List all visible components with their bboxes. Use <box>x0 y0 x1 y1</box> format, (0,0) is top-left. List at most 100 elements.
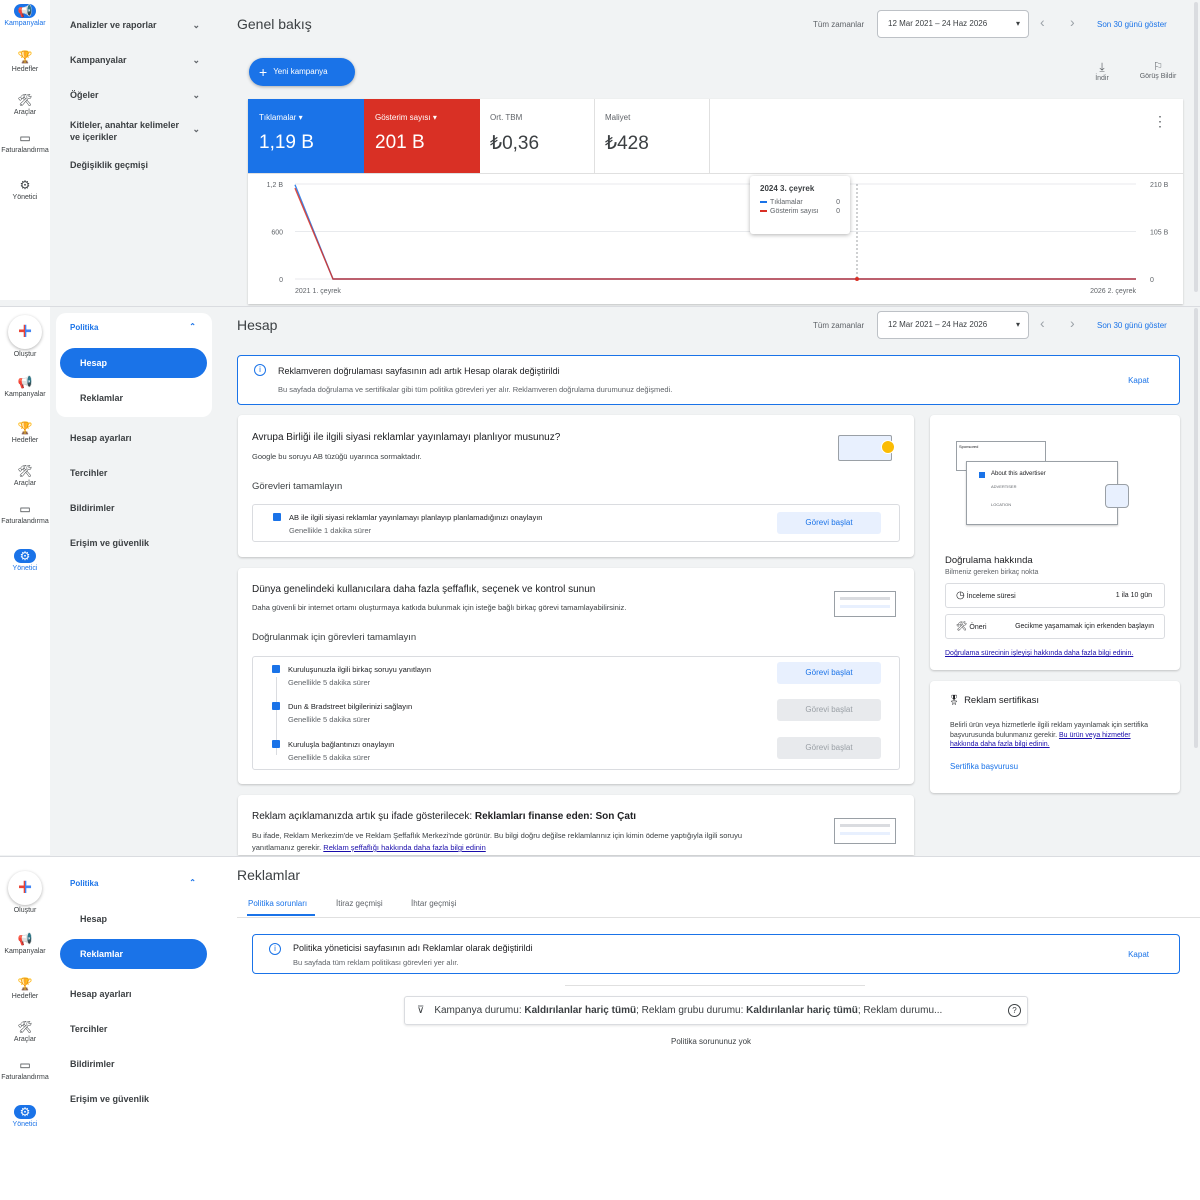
rail-campaigns[interactable]: 📢 Kampanyalar <box>0 4 50 28</box>
create-button[interactable]: + <box>8 315 42 349</box>
info-square-icon <box>979 472 985 478</box>
start-task-button[interactable]: Görevi başlat <box>777 512 881 534</box>
metric-value: ₺428 <box>605 133 649 154</box>
nav-account[interactable]: Hesap <box>80 914 107 924</box>
nav-label: Politika <box>70 323 99 332</box>
rail-label: Faturalandırma <box>1 1074 49 1081</box>
date-range-picker[interactable]: 12 Mar 2021 – 24 Haz 2026 ▾ <box>877 311 1029 339</box>
nav-access-security[interactable]: Erişim ve güvenlik <box>70 1094 149 1104</box>
illustration-icon <box>838 435 895 461</box>
advertiser-illustration: About this advertiser ADVERTISER LOCATIO… <box>966 461 1129 525</box>
download-button[interactable]: ⤓ İndir <box>1090 60 1114 82</box>
rail-goals[interactable]: 🏆 Hedefler <box>0 977 50 1001</box>
rail-tools[interactable]: 🛠 Araçlar <box>0 464 50 488</box>
nav-ads-active[interactable]: Reklamlar <box>60 939 207 969</box>
nav-change-history[interactable]: Değişiklik geçmişi <box>70 160 148 170</box>
last-30-days-link[interactable]: Son 30 günü göster <box>1097 321 1167 330</box>
dismiss-button[interactable]: Kapat <box>1128 950 1149 959</box>
trophy-icon: 🏆 <box>17 50 33 64</box>
nav-rail: + Oluştur 📢 Kampanyalar 🏆 Hedefler 🛠 Araçla… <box>0 307 50 855</box>
start-task-button[interactable]: Görevi başlat <box>777 662 881 684</box>
x-tick-label: 2026 2. çeyrek <box>1090 288 1136 295</box>
rail-campaigns[interactable]: 📢 Kampanyalar <box>0 375 50 399</box>
tooltip-value: 0 <box>836 199 840 206</box>
filter-bar[interactable]: ⊽ Kampanya durumu: Kaldırılanlar hariç tü… <box>404 996 1028 1025</box>
apply-certificate-link[interactable]: Sertifika başvurusu <box>950 762 1018 771</box>
nav-assets[interactable]: Öğeler ⌄ <box>70 90 200 100</box>
rail-label: Hedefler <box>11 993 39 1000</box>
dismiss-button[interactable]: Kapat <box>1128 376 1149 385</box>
nav-notifications[interactable]: Bildirimler <box>70 1059 115 1069</box>
nav-account-settings[interactable]: Hesap ayarları <box>70 433 132 443</box>
tabs-divider <box>237 917 1200 918</box>
rail-goals[interactable]: 🏆 Hedefler <box>0 50 50 74</box>
rail-admin[interactable]: ⚙ Yönetici <box>0 549 50 573</box>
metric-tile-clicks[interactable]: Tıklamalar ▾ 1,19 B <box>248 99 364 173</box>
learn-more-link[interactable]: Reklam şeffaflığı hakkında daha fazla bi… <box>323 843 485 852</box>
nav-account-settings[interactable]: Hesap ayarları <box>70 989 132 999</box>
chevron-down-icon: ⌄ <box>192 20 200 30</box>
tasks-heading: Görevleri tamamlayın <box>252 481 343 492</box>
tab-strike-history[interactable]: İhtar geçmişi <box>411 899 456 908</box>
title-text: Reklam açıklamanızda artık şu ifade göst… <box>252 811 475 822</box>
policy-group-header[interactable]: Politika ⌃ <box>70 878 196 888</box>
nav-notifications[interactable]: Bildirimler <box>70 503 115 513</box>
about-advertiser-text: About this advertiser <box>991 471 1046 477</box>
rail-campaigns[interactable]: 📢 Kampanyalar <box>0 932 50 956</box>
card-title: 🎖 Reklam sertifikası <box>948 695 1039 706</box>
tab-appeal-history[interactable]: İtiraz geçmişi <box>336 899 383 908</box>
new-campaign-button[interactable]: + Yeni kampanya <box>249 58 355 86</box>
more-options-icon[interactable]: ⋮ <box>1153 113 1167 130</box>
nav-account-active[interactable]: Hesap <box>60 348 207 378</box>
filter-key: Reklam grubu durumu: <box>641 1005 747 1016</box>
rail-billing[interactable]: ▭ Faturalandırma <box>0 1058 50 1082</box>
help-icon[interactable]: ? <box>1008 1004 1021 1017</box>
banner-title: Politika yöneticisi sayfasının adı Rekla… <box>293 943 533 953</box>
card-title: Doğrulama hakkında <box>945 555 1033 566</box>
next-period-icon[interactable]: › <box>1070 315 1075 331</box>
nav-access-security[interactable]: Erişim ve güvenlik <box>70 538 149 548</box>
nav-ads[interactable]: Reklamlar <box>80 393 123 403</box>
rail-admin[interactable]: ⚙ Yönetici <box>0 1105 50 1129</box>
y-tick-label-right: 105 B <box>1150 230 1169 237</box>
prev-period-icon[interactable]: ‹ <box>1040 315 1045 331</box>
metric-tile-avg-cpc[interactable]: Ort. TBM ₺0,36 <box>480 99 595 173</box>
task-name: Kuruluşla bağlantınızı onaylayın <box>288 740 395 749</box>
nav-campaigns[interactable]: Kampanyalar ⌄ <box>70 55 200 65</box>
next-period-icon[interactable]: › <box>1070 14 1075 30</box>
download-icon: ⤓ <box>1099 60 1105 74</box>
feedback-button[interactable]: ⚐ Görüş Bildir <box>1134 60 1182 80</box>
trophy-icon: 🏆 <box>17 977 33 991</box>
rail-billing[interactable]: ▭ Faturalandırma <box>0 502 50 526</box>
policy-group-header[interactable]: Politika ⌃ <box>70 322 196 332</box>
tools-icon: 🛠 <box>17 464 33 478</box>
tab-policy-issues[interactable]: Politika sorunları <box>248 899 307 908</box>
metric-tile-cost[interactable]: Maliyet ₺428 <box>595 99 710 173</box>
certification-card: 🎖 Reklam sertifikası Belirli ürün veya hi… <box>930 681 1180 793</box>
chevron-up-icon: ⌃ <box>189 322 196 331</box>
scrollbar[interactable] <box>1194 308 1198 748</box>
date-range-picker[interactable]: 12 Mar 2021 – 24 Haz 2026 ▾ <box>877 10 1029 38</box>
rail-tools[interactable]: 🛠 Araçlar <box>0 1020 50 1044</box>
rail-tools[interactable]: 🛠 Araçlar <box>0 93 50 117</box>
rail-goals[interactable]: 🏆 Hedefler <box>0 421 50 445</box>
scrollbar[interactable] <box>1194 2 1198 292</box>
nav-analytics[interactable]: Analizler ve raporlar ⌄ <box>70 20 200 30</box>
nav-preferences[interactable]: Tercihler <box>70 1024 107 1034</box>
nav-rail: 📢 Kampanyalar 🏆 Hedefler 🛠 Araçlar ▭ Fat… <box>0 0 50 300</box>
billing-icon: ▭ <box>19 502 31 516</box>
learn-more-link[interactable]: Doğrulama sürecinin işleyişi hakkında da… <box>945 650 1133 657</box>
x-tick-label: 2021 1. çeyrek <box>295 288 341 295</box>
prev-period-icon[interactable]: ‹ <box>1040 14 1045 30</box>
last-30-days-link[interactable]: Son 30 günü göster <box>1097 20 1167 29</box>
funded-by-text: Reklamları finanse eden: Son Çatı <box>474 811 637 822</box>
nav-audiences[interactable]: Kitleler, anahtar kelimeler ve içerikler… <box>70 119 200 143</box>
gear-icon: ⚙ <box>19 178 31 192</box>
task-box: Kuruluşunuzla ilgili birkaç soruyu yanıt… <box>252 656 900 770</box>
metric-tile-impressions[interactable]: Gösterim sayısı ▾ 201 B <box>364 99 480 173</box>
page-title: Hesap <box>237 317 278 333</box>
rail-admin[interactable]: ⚙ Yönetici <box>0 178 50 202</box>
rail-billing[interactable]: ▭ Faturalandırma <box>0 131 50 155</box>
nav-preferences[interactable]: Tercihler <box>70 468 107 478</box>
create-button[interactable]: + <box>8 871 42 905</box>
